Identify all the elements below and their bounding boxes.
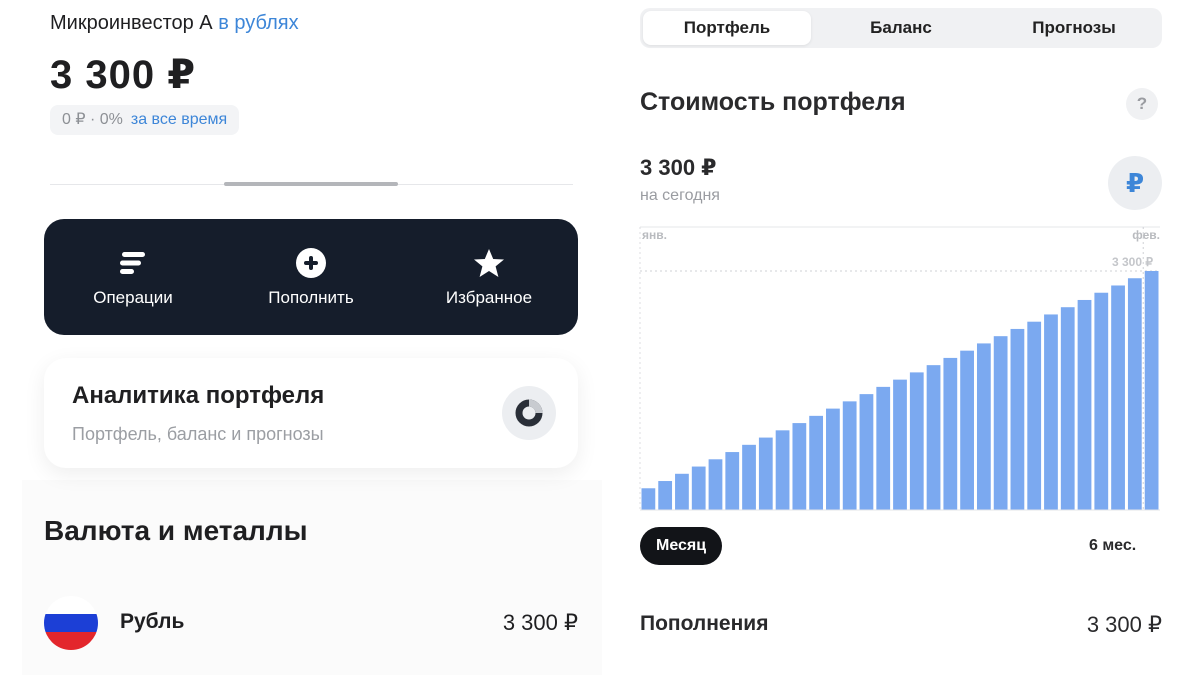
chart-bar: [1094, 292, 1109, 510]
chart-bar: [876, 386, 891, 510]
chart-bar: [1027, 321, 1042, 510]
tab-portfolio[interactable]: Портфель: [643, 11, 811, 45]
quick-actions-bar: Операции Пополнить Избранное: [44, 219, 578, 335]
chart-bar: [658, 481, 673, 510]
change-chip[interactable]: 0 ₽ · 0% за все время: [50, 105, 240, 135]
analytics-subtitle: Портфель, баланс и прогнозы: [72, 424, 324, 444]
chart-bar: [926, 365, 941, 510]
chart-bar: [1010, 328, 1025, 510]
tab-balance[interactable]: Баланс: [814, 11, 988, 45]
chart-bar: [775, 430, 790, 510]
chart-bar: [1144, 271, 1159, 510]
russia-flag-icon: [44, 596, 98, 650]
account-total: 3 300 ₽: [50, 53, 197, 97]
chart-bar: [1044, 314, 1058, 510]
operations-icon: [116, 246, 150, 280]
chart-bars: [641, 227, 1159, 510]
portfolio-chart: янв. фев. 3 300 ₽: [620, 222, 1180, 518]
period-6-months-button[interactable]: 6 мес.: [1089, 537, 1136, 555]
chart-bar: [708, 459, 723, 510]
chart-bar: [675, 473, 689, 510]
top-up-button[interactable]: Пополнить: [231, 246, 391, 308]
donut-chart-icon: [502, 386, 556, 440]
chart-bar: [725, 452, 740, 510]
account-header: Микроинвестор А в рублях: [50, 12, 299, 35]
chart-bar: [742, 444, 756, 510]
change-value: 0 ₽ · 0%: [62, 111, 123, 128]
chart-bar: [826, 408, 840, 510]
chart-bar: [1127, 278, 1142, 510]
analytics-title: Аналитика портфеля: [72, 382, 325, 409]
currency-value: 3 300 ₽: [502, 610, 578, 635]
currency-name: Рубль: [120, 610, 185, 633]
tab-forecasts[interactable]: Прогнозы: [988, 11, 1160, 45]
chart-bar: [809, 415, 824, 510]
account-name: Микроинвестор А: [50, 12, 213, 34]
currency-ruble-icon[interactable]: ₽: [1108, 156, 1162, 210]
x-tick-label: фев.: [1132, 228, 1160, 242]
view-tabs: Портфель Баланс Прогнозы: [640, 8, 1162, 48]
chart-bar: [641, 488, 656, 510]
portfolio-analytics-card[interactable]: Аналитика портфеля Портфель, баланс и пр…: [44, 358, 578, 468]
chart-bar: [1077, 299, 1092, 510]
portfolio-chart-svg: янв. фев. 3 300 ₽: [639, 226, 1160, 511]
favorites-label: Избранное: [445, 288, 533, 307]
chart-bar: [993, 336, 1008, 510]
chart-bar: [859, 394, 874, 510]
deposits-value: 3 300 ₽: [1086, 612, 1162, 637]
chart-bar: [943, 357, 958, 510]
star-icon: [472, 246, 506, 280]
chart-bar: [976, 343, 991, 510]
chart-bar: [691, 466, 706, 510]
chart-title: Стоимость портфеля: [640, 88, 906, 116]
chart-bar: [758, 437, 773, 510]
plus-circle-icon: [294, 246, 328, 280]
top-up-label: Пополнить: [268, 288, 354, 307]
x-tick-label: янв.: [642, 228, 667, 242]
chart-bar: [842, 401, 857, 510]
chart-bar: [893, 379, 907, 510]
max-value-label: 3 300 ₽: [1112, 255, 1153, 269]
operations-button[interactable]: Операции: [53, 246, 213, 308]
chart-bar: [1111, 285, 1125, 510]
help-icon[interactable]: ?: [1126, 88, 1158, 120]
period-month-button[interactable]: Месяц: [640, 527, 723, 565]
chart-bar: [960, 350, 974, 510]
currency-mode-link[interactable]: в рублях: [218, 12, 298, 34]
deposits-label: Пополнения: [640, 612, 769, 635]
change-period: за все время: [130, 111, 228, 128]
currency-row-ruble[interactable]: Рубль 3 300 ₽: [44, 594, 578, 652]
operations-label: Операции: [93, 288, 173, 307]
page-indicator-active: [224, 182, 398, 186]
portfolio-value-caption: на сегодня: [640, 187, 720, 204]
chart-bar: [1060, 307, 1075, 510]
favorites-button[interactable]: Избранное: [409, 246, 569, 308]
chart-bar: [792, 423, 807, 510]
portfolio-value: 3 300 ₽: [640, 155, 717, 180]
chart-bar: [909, 372, 924, 510]
currencies-section-title: Валюта и металлы: [44, 515, 308, 546]
